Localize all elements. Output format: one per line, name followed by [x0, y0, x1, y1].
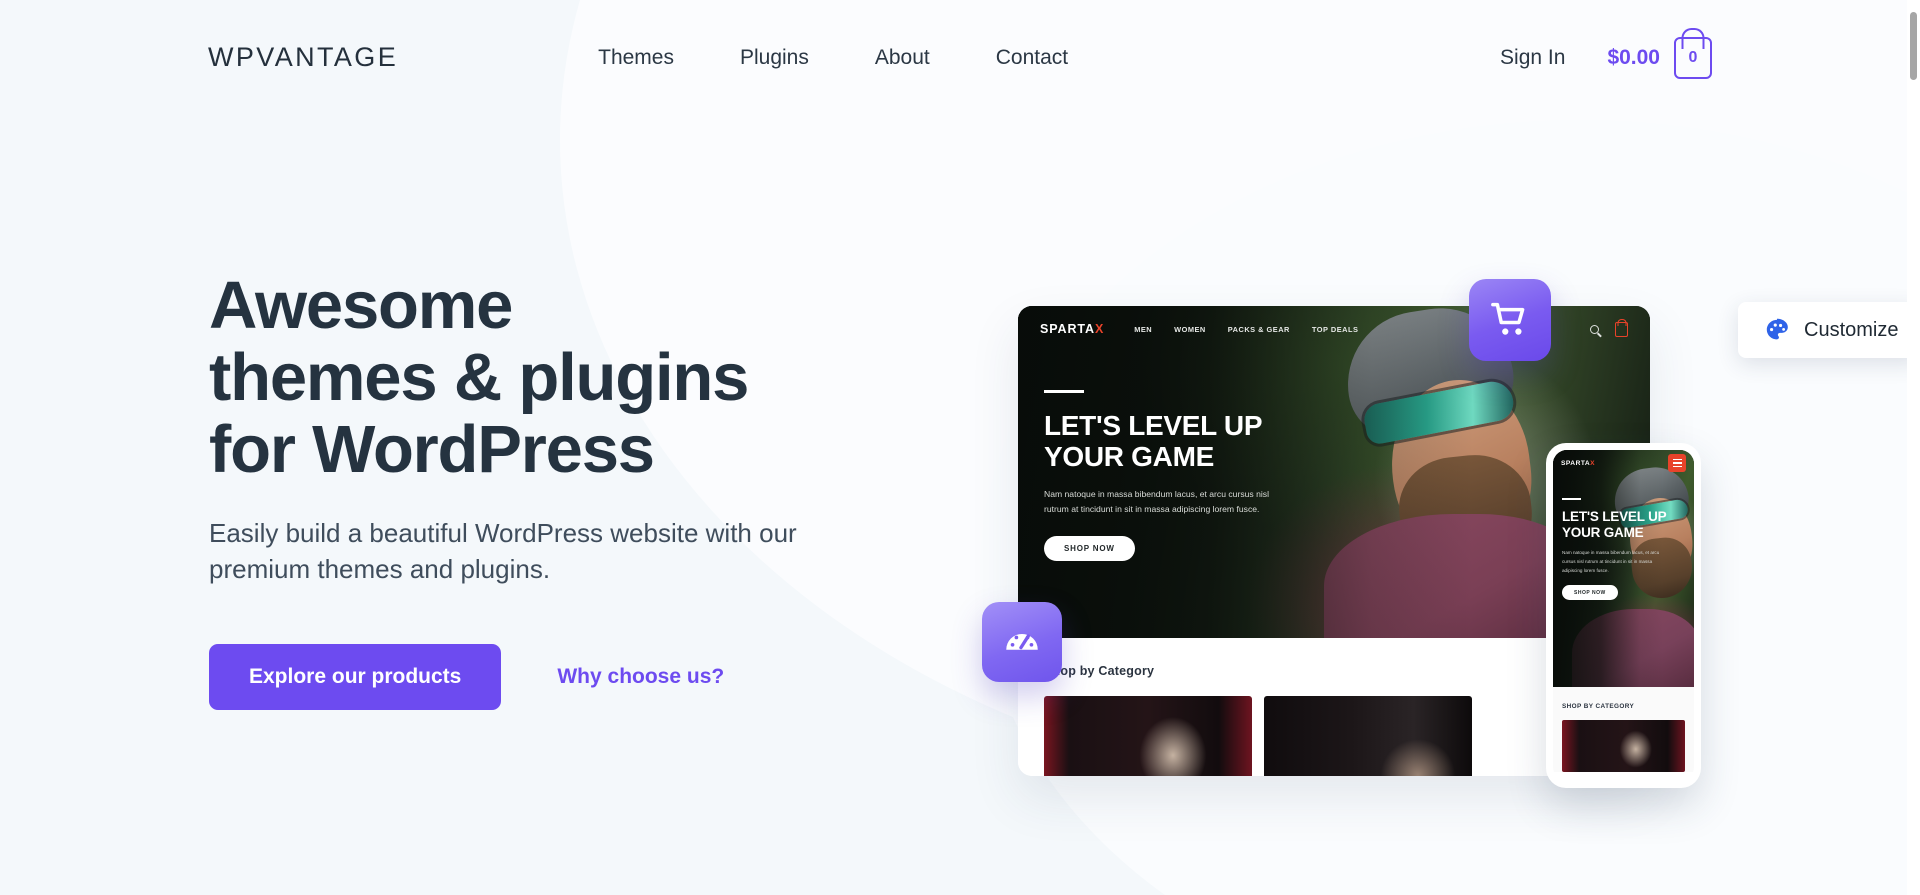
cart-button[interactable]: $0.00 0	[1607, 36, 1712, 79]
phone-hero-title: LET'S LEVEL UP YOUR GAME	[1562, 509, 1667, 540]
mockup-category-title: Shop by Category	[1044, 664, 1155, 678]
mockup-brand-name: SPARTA	[1040, 322, 1095, 336]
mockup-brand-logo: SPARTAX	[1040, 322, 1104, 336]
mockup-accent-rule	[1044, 390, 1084, 393]
customize-label: Customize	[1804, 318, 1899, 341]
scrollbar-track[interactable]	[1907, 0, 1920, 895]
hero-subheading: Easily build a beautiful WordPress websi…	[209, 518, 797, 584]
mockup-hero-title: LET'S LEVEL UP YOUR GAME	[1044, 410, 1263, 472]
phone-shop-now-button[interactable]: SHOP NOW	[1562, 585, 1618, 601]
floating-performance-badge	[982, 602, 1062, 682]
hero-headline-line-1: Awesome	[209, 268, 513, 343]
phone-category-section: SHOP BY CATEGORY	[1553, 687, 1694, 772]
hero-headline: Awesome themes & plugins for WordPress	[209, 268, 889, 488]
hamburger-line	[1672, 462, 1682, 464]
cart-item-count: 0	[1688, 48, 1698, 66]
nav-item-plugins[interactable]: Plugins	[740, 46, 809, 70]
main-navigation: Themes Plugins About Contact	[598, 46, 1068, 70]
floating-cart-badge	[1469, 279, 1551, 361]
mockup-nav-men[interactable]: MEN	[1134, 325, 1152, 334]
header-actions: Sign In $0.00 0	[1500, 36, 1712, 79]
mockup-shop-now-button[interactable]: SHOP NOW	[1044, 536, 1135, 562]
phone-hero-body: Nam natoque in massa bibendum lacus, et …	[1562, 549, 1660, 573]
customize-widget[interactable]: Customize	[1738, 302, 1920, 358]
phone-brand-logo: SPARTAX	[1561, 460, 1595, 467]
explore-products-button[interactable]: Explore our products	[209, 643, 502, 710]
cart-total: $0.00	[1607, 45, 1660, 69]
hero-headline-line-2: themes & plugins	[209, 340, 749, 416]
phone-hero-banner: SPARTAX LET'S LEVEL UP YOUR GAME Nam nat…	[1553, 450, 1694, 687]
phone-accent-rule	[1562, 498, 1581, 501]
mockup-category-grid	[1044, 696, 1624, 776]
mockup-navigation: MEN WOMEN PACKS & GEAR TOP DEALS	[1134, 325, 1358, 334]
mockup-topbar-icons	[1590, 321, 1628, 337]
nav-item-themes[interactable]: Themes	[598, 46, 674, 70]
speedometer-icon	[1006, 633, 1038, 650]
mockup-nav-top-deals[interactable]: TOP DEALS	[1312, 325, 1359, 334]
phone-mockup: SPARTAX LET'S LEVEL UP YOUR GAME Nam nat…	[1546, 443, 1701, 788]
why-choose-us-link[interactable]: Why choose us?	[557, 665, 724, 689]
mockup-topbar: SPARTAX MEN WOMEN PACKS & GEAR TOP DEALS	[1018, 306, 1650, 352]
site-logo[interactable]: WPVANTAGE	[208, 42, 398, 73]
mockup-hero-copy: LET'S LEVEL UP YOUR GAME Nam natoque in …	[1044, 390, 1344, 562]
phone-topbar: SPARTAX	[1553, 450, 1694, 476]
phone-brand-accent: X	[1590, 459, 1596, 467]
hamburger-line	[1672, 458, 1682, 461]
hamburger-line	[1672, 465, 1682, 468]
nav-item-about[interactable]: About	[875, 46, 930, 70]
phone-screen: SPARTAX LET'S LEVEL UP YOUR GAME Nam nat…	[1553, 450, 1694, 781]
scrollbar-thumb[interactable]	[1910, 12, 1917, 80]
phone-hero-copy: LET'S LEVEL UP YOUR GAME Nam natoque in …	[1562, 498, 1674, 601]
hero-content: Awesome themes & plugins for WordPress E…	[209, 268, 889, 710]
mockup-nav-packs-gear[interactable]: PACKS & GEAR	[1228, 325, 1290, 334]
phone-brand-name: SPARTA	[1561, 459, 1591, 467]
shopping-bag-icon: 0	[1674, 36, 1712, 79]
mockup-category-card[interactable]	[1264, 696, 1472, 776]
mockup-nav-women[interactable]: WOMEN	[1174, 325, 1206, 334]
landing-page: WPVANTAGE Themes Plugins About Contact S…	[0, 0, 1920, 895]
mockup-hero-body: Nam natoque in massa bibendum lacus, et …	[1044, 488, 1269, 515]
mockup-brand-accent: X	[1094, 322, 1105, 336]
hero-headline-line-3: for WordPress	[209, 412, 655, 488]
site-header: WPVANTAGE Themes Plugins About Contact S…	[0, 0, 1920, 115]
search-icon[interactable]	[1590, 324, 1599, 334]
hero-cta-row: Explore our products Why choose us?	[209, 643, 889, 710]
sign-in-link[interactable]: Sign In	[1500, 46, 1565, 70]
cart-icon[interactable]	[1615, 321, 1628, 337]
palette-icon	[1766, 318, 1788, 340]
shopping-cart-icon	[1491, 302, 1525, 335]
phone-category-card[interactable]	[1562, 720, 1685, 772]
hamburger-menu-icon[interactable]	[1668, 454, 1686, 472]
nav-item-contact[interactable]: Contact	[996, 46, 1068, 70]
phone-category-title: SHOP BY CATEGORY	[1562, 703, 1635, 710]
mockup-category-card[interactable]	[1044, 696, 1252, 776]
